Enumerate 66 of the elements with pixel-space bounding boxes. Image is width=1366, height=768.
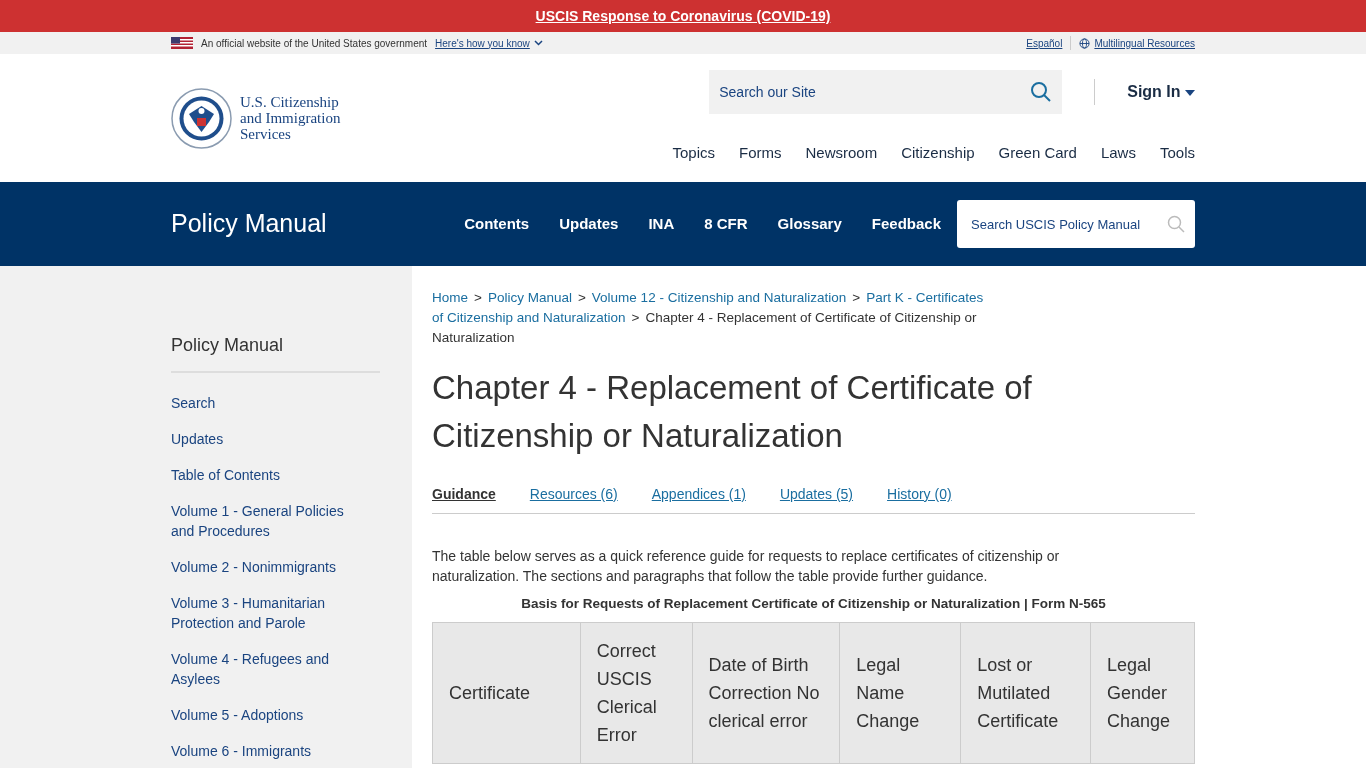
sidebar-link[interactable]: Volume 3 - Humanitarian Protection and Parole: [171, 593, 366, 633]
table-caption: Basis for Requests of Replacement Certificate of Citizenship or Naturalization | Form N-565: [520, 595, 1107, 613]
policy-nav-link[interactable]: 8 CFR: [704, 212, 748, 236]
sidebar-title: Policy Manual: [171, 332, 380, 373]
multilingual-link[interactable]: Multilingual Resources: [1094, 35, 1195, 51]
nav-link[interactable]: Topics: [672, 142, 715, 165]
tab[interactable]: Guidance: [432, 484, 496, 505]
tab[interactable]: Resources (6): [529, 484, 618, 505]
official-text: An official website of the United States government: [201, 36, 428, 51]
nav-link[interactable]: Laws: [1100, 142, 1136, 165]
policy-nav-link[interactable]: Glossary: [777, 212, 842, 236]
breadcrumb-separator: >: [852, 289, 861, 307]
breadcrumb-link[interactable]: Home: [432, 288, 468, 308]
tab[interactable]: Updates (5): [779, 484, 854, 505]
sign-in-button[interactable]: Sign In: [1127, 80, 1195, 104]
sidebar-link[interactable]: Volume 2 - Nonimmigrants: [171, 557, 366, 577]
breadcrumb-link[interactable]: Volume 12 - Citizenship and Naturalization: [591, 288, 847, 308]
search-icon[interactable]: [1030, 81, 1053, 103]
column-header: Lost or Mutilated Certificate: [960, 622, 1091, 764]
nav-link[interactable]: Newsroom: [805, 142, 878, 165]
breadcrumb-separator: >: [577, 289, 586, 307]
column-header: Certificate: [432, 622, 581, 764]
tab[interactable]: History (0): [887, 484, 952, 505]
breadcrumb-current: Naturalization: [432, 329, 515, 347]
flag-icon: [171, 37, 193, 49]
breadcrumb-separator: >: [474, 289, 482, 307]
nav-link[interactable]: Forms: [739, 142, 782, 165]
sidebar-link[interactable]: Volume 6 - Immigrants: [171, 741, 366, 761]
nav-link[interactable]: Tools: [1159, 142, 1195, 165]
sidebar-link[interactable]: Volume 1 - General Policies and Procedures: [171, 501, 366, 541]
logo-text: U.S. Citizenship: [240, 94, 340, 110]
how-you-know-link[interactable]: Here's how you know: [435, 35, 530, 51]
nav-link[interactable]: Citizenship: [901, 142, 975, 165]
breadcrumb-link[interactable]: Policy Manual: [487, 288, 572, 308]
globe-icon: [1079, 37, 1091, 49]
caret-icon: [1185, 89, 1195, 96]
nav-link[interactable]: Green Card: [998, 142, 1077, 165]
intro-text: The table below serves as a quick reference guide for requests to replace certificates of citizenship or naturalization. The sections and paragraphs that follow the table provide further guidance.: [432, 547, 1061, 586]
site-search-field[interactable]: Search our Site: [709, 70, 1063, 114]
policy-manual-title: Policy Manual: [171, 208, 327, 240]
policy-search-field[interactable]: Search USCIS Policy Manual: [957, 200, 1195, 248]
seal-icon: [171, 87, 232, 149]
sidebar-link[interactable]: Volume 4 - Refugees and Asylees: [171, 649, 366, 689]
column-header: Legal Gender Change: [1090, 622, 1195, 764]
chevron-icon: [533, 40, 543, 46]
column-header: Legal Name Change: [839, 622, 961, 764]
language-link[interactable]: Español: [1026, 35, 1063, 51]
sidebar-link[interactable]: Updates: [171, 429, 366, 449]
policy-nav-link[interactable]: Updates: [559, 212, 619, 236]
tab[interactable]: Appendices (1): [651, 484, 746, 505]
logo-text: Services: [240, 126, 292, 142]
sidebar-link[interactable]: Table of Contents: [171, 465, 366, 485]
breadcrumb-link[interactable]: Part K - Certificates: [866, 288, 984, 308]
policy-nav-link[interactable]: INA: [648, 212, 675, 236]
logo-text: and Immigration: [240, 110, 341, 126]
page-title: Chapter 4 - Replacement of Certificate of Citizenship or Naturalization: [432, 368, 1033, 456]
sidebar-link[interactable]: Search: [171, 393, 366, 413]
breadcrumb-current: Chapter 4 - Replacement of Certificate of Citizenship or: [645, 309, 977, 327]
policy-nav-link[interactable]: Feedback: [871, 212, 941, 236]
policy-nav-link[interactable]: Contents: [464, 212, 530, 236]
breadcrumb-link[interactable]: of Citizenship and Naturalization: [432, 308, 626, 328]
column-header: Date of Birth Correction No clerical error: [692, 622, 840, 764]
sidebar-link[interactable]: Volume 5 - Adoptions: [171, 705, 366, 725]
column-header: Correct USCIS Clerical Error: [580, 622, 693, 764]
alert-link[interactable]: USCIS Response to Coronavirus (COVID-19): [535, 5, 831, 27]
breadcrumb-separator: >: [631, 309, 640, 327]
